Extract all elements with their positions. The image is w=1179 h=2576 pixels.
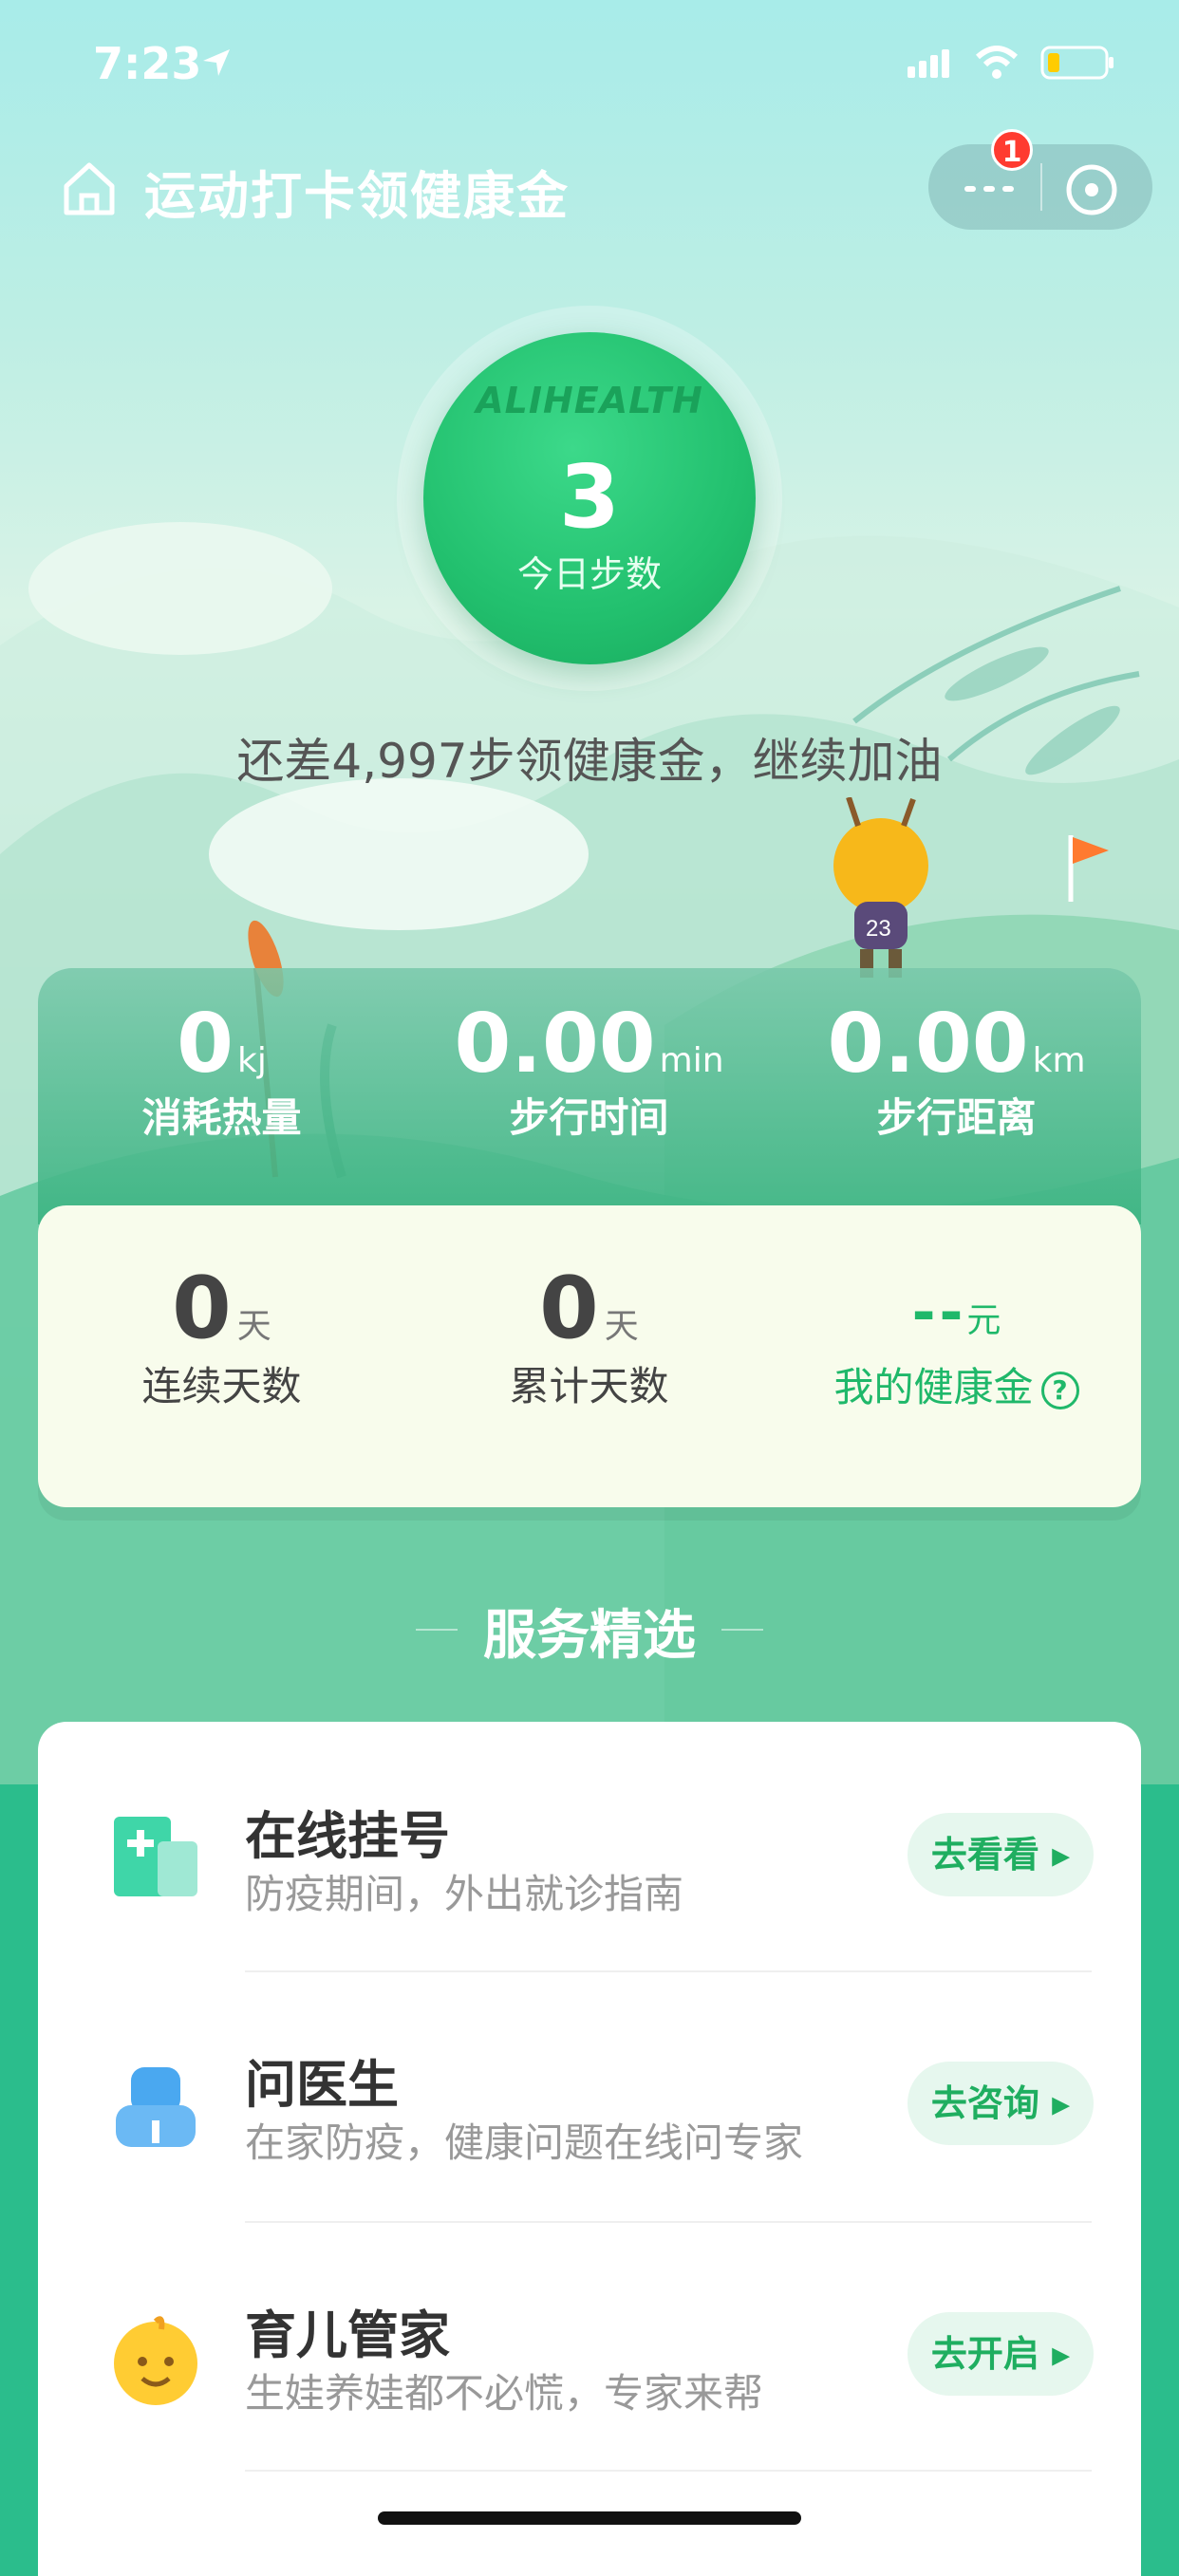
summary-consecutive-days: 0天 连续天数 [38, 1259, 405, 1412]
location-arrow-icon [203, 49, 230, 76]
summary-unit: 天 [604, 1307, 639, 1346]
service-title: 育儿管家 [245, 2305, 450, 2365]
service-subtitle: 生娃养娃都不必慌，专家来帮 [245, 2370, 764, 2417]
close-circle-icon [1066, 164, 1117, 215]
svg-text:23: 23 [866, 916, 891, 942]
stat-unit: min [659, 1041, 724, 1080]
service-button-label: 去开启 [930, 2333, 1039, 2375]
steps-count: 3 [558, 446, 620, 548]
service-button-consult[interactable]: 去咨询 ▸ [908, 2062, 1094, 2145]
service-subtitle: 防疫期间，外出就诊指南 [245, 1871, 684, 1917]
service-button-label: 去咨询 [930, 2082, 1039, 2124]
stat-value: 0 [177, 997, 234, 1092]
more-dots-icon [964, 186, 1014, 192]
page-title: 运动打卡领健康金 [144, 166, 570, 226]
stat-unit: km [1032, 1041, 1086, 1080]
status-time: 7:23 [93, 38, 202, 89]
summary-label: 连续天数 [141, 1363, 302, 1409]
summary-unit: 天 [236, 1307, 271, 1346]
summary-total-days: 0天 累计天数 [405, 1259, 773, 1412]
steps-remaining-hint: 还差4,997步领健康金，继续加油 [236, 734, 943, 789]
service-title: 问医生 [245, 2055, 399, 2115]
more-button[interactable] [959, 167, 1020, 205]
stat-unit: kj [236, 1041, 267, 1080]
doctor-icon [116, 2067, 196, 2147]
steps-label: 今日步数 [516, 553, 662, 595]
stat-label: 步行时间 [509, 1094, 669, 1141]
home-indicator [378, 2511, 801, 2525]
close-mini-program-button[interactable] [1063, 161, 1120, 218]
hospital-icon [114, 1817, 197, 1896]
help-question-icon[interactable]: ? [1040, 1371, 1079, 1409]
stat-walk-time: 0.00 min 步行时间 [405, 997, 773, 1144]
service-button-view[interactable]: 去看看 ▸ [908, 1813, 1094, 1896]
capsule-divider [1040, 163, 1042, 211]
service-divider [245, 2470, 1092, 2472]
stat-label: 步行距离 [876, 1094, 1037, 1141]
section-divider-right [721, 1629, 763, 1631]
service-title: 在线挂号 [245, 1806, 450, 1866]
service-divider [245, 1970, 1092, 1972]
stat-value: 0.00 [827, 997, 1029, 1092]
summary-health-fund[interactable]: --元 我的健康金? [773, 1279, 1140, 1413]
service-subtitle: 在家防疫，健康问题在线问专家 [245, 2119, 804, 2166]
stat-value: 0.00 [454, 997, 656, 1092]
stat-calories: 0 kj 消耗热量 [38, 997, 405, 1144]
cellular-signal-icon [908, 49, 949, 78]
service-button-label: 去看看 [930, 1834, 1039, 1876]
battery-icon [1040, 46, 1114, 80]
summary-value: -- [911, 1279, 967, 1346]
service-button-start[interactable]: 去开启 ▸ [908, 2312, 1094, 2396]
section-title: 服务精选 [483, 1605, 696, 1667]
home-icon[interactable] [59, 158, 120, 218]
summary-value: 0 [172, 1259, 232, 1358]
deer-mascot-illustration: 23 [833, 797, 928, 978]
stat-label: 消耗热量 [141, 1094, 302, 1141]
brand-logo: ALIHEALTH [476, 380, 703, 421]
summary-label: 累计天数 [509, 1363, 669, 1409]
wifi-icon [975, 46, 1019, 79]
stat-walk-distance: 0.00 km 步行距离 [773, 997, 1140, 1144]
summary-label: 我的健康金 [833, 1364, 1034, 1410]
service-divider [245, 2221, 1092, 2223]
summary-value: 0 [539, 1259, 599, 1358]
summary-unit: 元 [966, 1301, 1001, 1340]
notification-badge: 1 [991, 129, 1033, 171]
baby-icon [114, 2316, 197, 2405]
